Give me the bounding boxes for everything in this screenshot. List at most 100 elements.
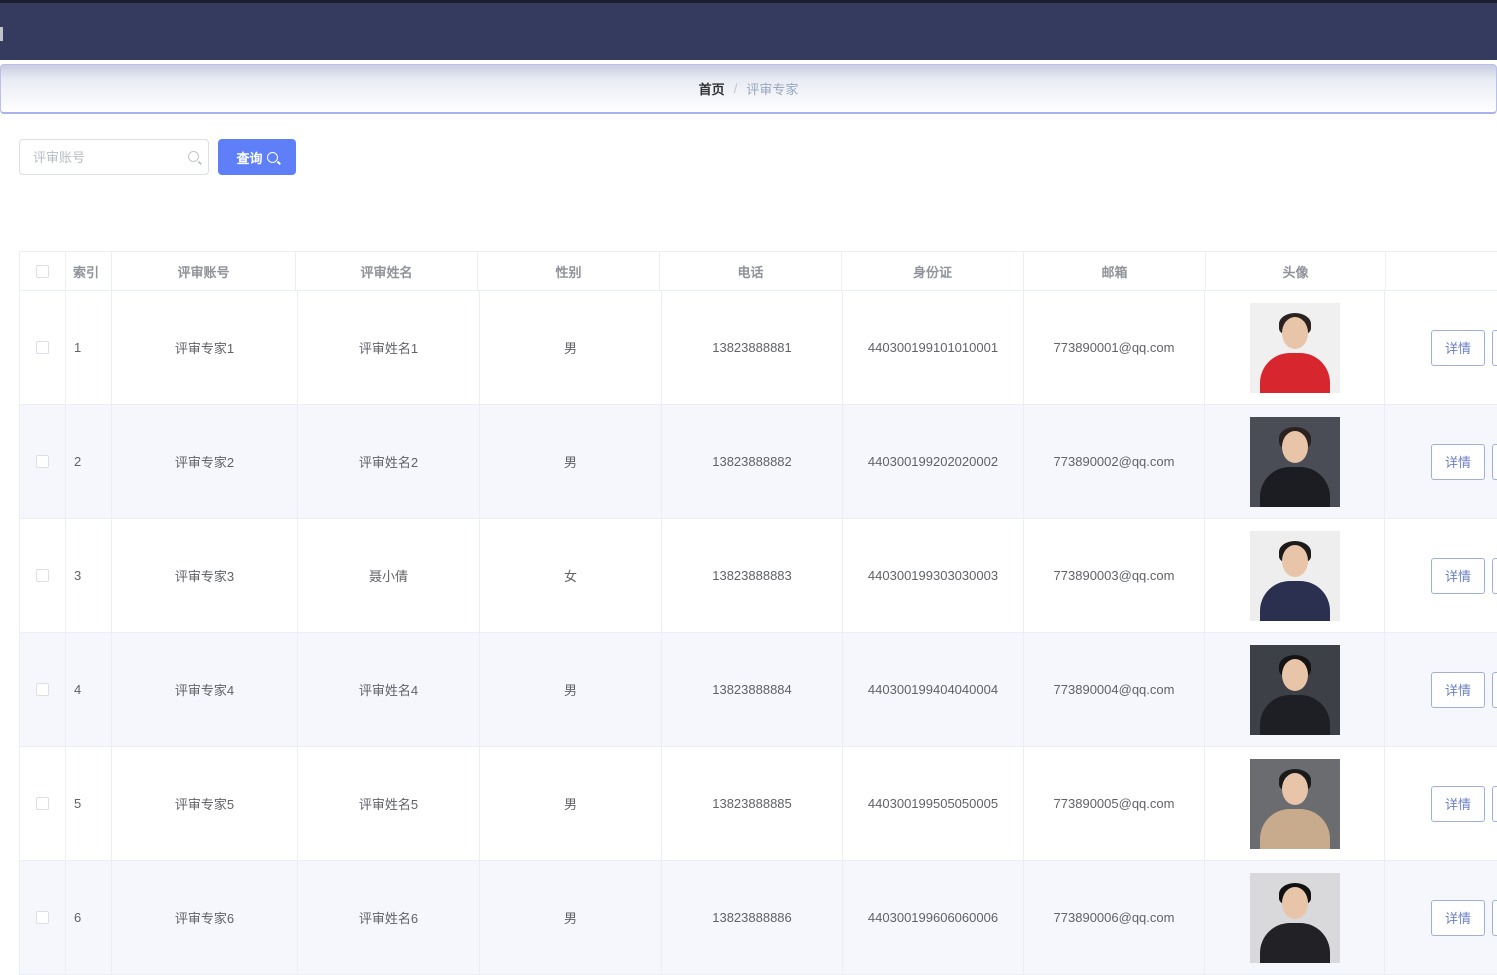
header-phone: 电话 <box>660 252 842 290</box>
cell-index: 5 <box>66 747 112 860</box>
cell-actions: 详情 <box>1385 291 1497 404</box>
avatar <box>1249 644 1340 735</box>
expert-table: 索引 评审账号 评审姓名 性别 电话 身份证 邮箱 头像 1 评审专家1 评审姓名1… <box>19 251 1497 975</box>
cell-account: 评审专家3 <box>112 519 298 632</box>
cell-phone: 13823888886 <box>662 861 843 974</box>
table-row: 6 评审专家6 评审姓名6 男 13823888886 44030019960606000… <box>19 861 1497 975</box>
cell-id-card: 440300199404040004 <box>843 633 1024 746</box>
cell-gender: 女 <box>480 519 662 632</box>
edit-button[interactable] <box>1492 443 1497 480</box>
row-checkbox[interactable] <box>36 455 49 468</box>
detail-button[interactable]: 详情 <box>1431 557 1485 594</box>
cell-account: 评审专家6 <box>112 861 298 974</box>
detail-button[interactable]: 详情 <box>1431 443 1485 480</box>
avatar <box>1249 530 1340 621</box>
edit-button[interactable] <box>1492 671 1497 708</box>
cell-phone: 13823888883 <box>662 519 843 632</box>
row-checkbox[interactable] <box>36 341 49 354</box>
edit-button[interactable] <box>1492 785 1497 822</box>
avatar <box>1249 872 1340 963</box>
header-email: 邮箱 <box>1024 252 1206 290</box>
cell-avatar <box>1205 633 1385 746</box>
edit-button[interactable] <box>1492 557 1497 594</box>
avatar-body <box>1259 922 1330 963</box>
header-avatar: 头像 <box>1206 252 1386 290</box>
cell-index: 1 <box>66 291 112 404</box>
row-checkbox[interactable] <box>36 683 49 696</box>
query-button[interactable]: 查询 <box>218 139 296 175</box>
cell-index: 4 <box>66 633 112 746</box>
avatar-head <box>1281 316 1308 349</box>
table-row: 4 评审专家4 评审姓名4 男 13823888884 44030019940404000… <box>19 633 1497 747</box>
detail-button[interactable]: 详情 <box>1431 671 1485 708</box>
cell-account: 评审专家4 <box>112 633 298 746</box>
top-navbar <box>0 0 1497 60</box>
select-all-checkbox[interactable] <box>36 264 49 278</box>
edit-button[interactable] <box>1492 899 1497 936</box>
cell-actions: 详情 <box>1385 405 1497 518</box>
cell-account: 评审专家1 <box>112 291 298 404</box>
cell-name: 聂小倩 <box>298 519 480 632</box>
cell-phone: 13823888884 <box>662 633 843 746</box>
cell-gender: 男 <box>480 861 662 974</box>
cell-actions: 详情 <box>1385 633 1497 746</box>
cell-id-card: 440300199101010001 <box>843 291 1024 404</box>
breadcrumb-home[interactable]: 首页 <box>699 79 725 98</box>
cell-email: 773890001@qq.com <box>1024 291 1205 404</box>
cell-index: 6 <box>66 861 112 974</box>
cell-avatar <box>1205 405 1385 518</box>
row-checkbox[interactable] <box>36 797 49 810</box>
avatar-body <box>1259 580 1330 621</box>
avatar <box>1249 758 1340 849</box>
cell-actions: 详情 <box>1385 861 1497 974</box>
header-actions <box>1386 252 1497 290</box>
cell-avatar <box>1205 519 1385 632</box>
cell-email: 773890003@qq.com <box>1024 519 1205 632</box>
avatar <box>1249 416 1340 507</box>
header-id-card: 身份证 <box>842 252 1024 290</box>
cell-email: 773890002@qq.com <box>1024 405 1205 518</box>
row-checkbox[interactable] <box>36 569 49 582</box>
row-select-cell <box>20 291 66 404</box>
query-button-label: 查询 <box>236 150 263 166</box>
avatar-head <box>1281 772 1308 805</box>
detail-button[interactable]: 详情 <box>1431 899 1485 936</box>
header-name: 评审姓名 <box>296 252 478 290</box>
header-account: 评审账号 <box>112 252 296 290</box>
cell-actions: 详情 <box>1385 747 1497 860</box>
row-checkbox[interactable] <box>36 911 49 924</box>
cell-account: 评审专家5 <box>112 747 298 860</box>
row-select-cell <box>20 861 66 974</box>
avatar-body <box>1259 808 1330 849</box>
avatar-head <box>1281 658 1308 691</box>
cell-phone: 13823888881 <box>662 291 843 404</box>
avatar-body <box>1259 466 1330 507</box>
cell-id-card: 440300199606060006 <box>843 861 1024 974</box>
row-select-cell <box>20 747 66 860</box>
avatar-head <box>1281 544 1308 577</box>
cell-name: 评审姓名1 <box>298 291 480 404</box>
edit-button[interactable] <box>1492 329 1497 366</box>
table-body: 1 评审专家1 评审姓名1 男 13823888881 44030019910101000… <box>19 291 1497 975</box>
menu-edge-icon[interactable] <box>0 27 3 41</box>
row-select-cell <box>20 519 66 632</box>
cell-gender: 男 <box>480 405 662 518</box>
cell-avatar <box>1205 291 1385 404</box>
table-row: 5 评审专家5 评审姓名5 男 13823888885 44030019950505000… <box>19 747 1497 861</box>
avatar-head <box>1281 430 1308 463</box>
avatar-body <box>1259 694 1330 735</box>
table-row: 3 评审专家3 聂小倩女 13823888883 440300199303030003 7… <box>19 519 1497 633</box>
row-select-cell <box>20 405 66 518</box>
cell-id-card: 440300199505050005 <box>843 747 1024 860</box>
search-input[interactable] <box>20 140 208 174</box>
cell-name: 评审姓名2 <box>298 405 480 518</box>
cell-gender: 男 <box>480 291 662 404</box>
cell-name: 评审姓名6 <box>298 861 480 974</box>
avatar <box>1249 302 1340 393</box>
table-row: 2 评审专家2 评审姓名2 男 13823888882 44030019920202000… <box>19 405 1497 519</box>
detail-button[interactable]: 详情 <box>1431 329 1485 366</box>
detail-button[interactable]: 详情 <box>1431 785 1485 822</box>
cell-avatar <box>1205 861 1385 974</box>
cell-email: 773890005@qq.com <box>1024 747 1205 860</box>
cell-actions: 详情 <box>1385 519 1497 632</box>
